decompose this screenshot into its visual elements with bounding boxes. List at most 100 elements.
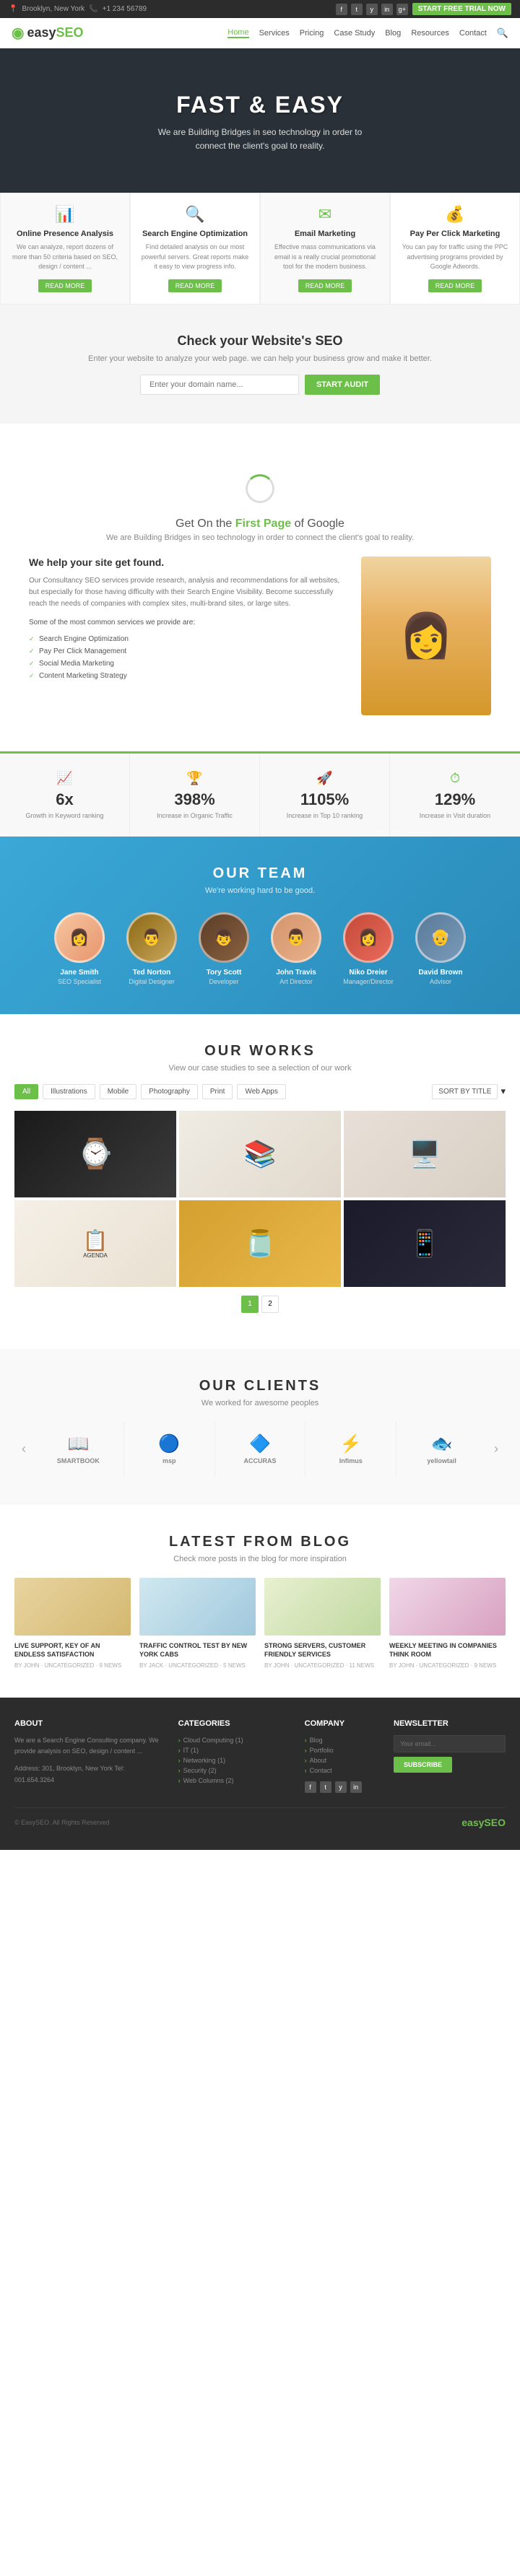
team-name-1: Jane Smith (48, 969, 111, 977)
footer-linkedin-icon[interactable]: in (350, 1781, 362, 1793)
avatar-placeholder-4: 👨 (273, 914, 319, 961)
clients-row: ‹ 📖 SMARTBOOK 🔵 msp 🔷 ACCURAS ⚡ Infimus … (14, 1422, 506, 1476)
seo-domain-input[interactable] (140, 375, 299, 395)
twitter-icon[interactable]: t (351, 4, 363, 15)
filter-photography[interactable]: Photography (141, 1084, 198, 1099)
clients-next-button[interactable]: › (487, 1434, 506, 1464)
avatar-1: 👩 (54, 912, 105, 963)
stat-number-4: 129% (399, 790, 511, 809)
seo-check-section: Check your Website's SEO Enter your webs… (0, 305, 520, 424)
work-item-2[interactable]: 📚 (179, 1111, 341, 1197)
footer-youtube-icon[interactable]: y (335, 1781, 347, 1793)
team-role-2: Digital Designer (120, 978, 183, 985)
work-item-5[interactable]: 🫙 (179, 1200, 341, 1287)
services-label: Some of the most common services we prov… (29, 617, 347, 629)
filter-webapps[interactable]: Web Apps (237, 1084, 285, 1099)
footer-company-contact[interactable]: Contact (305, 1765, 379, 1776)
footer-cat-4[interactable]: Security (2) (178, 1765, 290, 1776)
page-2-button[interactable]: 2 (261, 1296, 279, 1313)
footer-cat-3[interactable]: Networking (1) (178, 1755, 290, 1765)
service-title-2: Search Engine Optimization (139, 230, 251, 238)
nav-contact[interactable]: Contact (459, 29, 487, 38)
client-icon-2: 🔵 (130, 1433, 209, 1454)
filter-print[interactable]: Print (202, 1084, 233, 1099)
team-member-6: 👴 David Brown Advisor (409, 912, 472, 985)
top-bar-left: 📍 Brooklyn, New York 📞 +1 234 56789 (9, 5, 147, 13)
service-desc-2: Find detailed analysis on our most power… (139, 243, 251, 272)
youtube-icon[interactable]: y (366, 4, 378, 15)
clients-subtitle: We worked for awesome peoples (14, 1399, 506, 1407)
blog-card-4[interactable]: WEEKLY MEETING IN COMPANIES THINK ROOM B… (389, 1578, 506, 1669)
service-icon-4: 💰 (399, 205, 511, 224)
footer-twitter-icon[interactable]: t (320, 1781, 332, 1793)
nav-services[interactable]: Services (259, 29, 290, 38)
pagination: 1 2 (14, 1296, 506, 1313)
nav-blog[interactable]: Blog (385, 29, 401, 38)
footer-cat-2[interactable]: IT (1) (178, 1745, 290, 1755)
blog-post-title-4: WEEKLY MEETING IN COMPANIES THINK ROOM (389, 1641, 506, 1659)
footer-cat-5[interactable]: Web Columns (2) (178, 1776, 290, 1786)
stat-label-4: Increase in Visit duration (399, 812, 511, 819)
blog-image-2 (139, 1578, 256, 1636)
footer-newsletter-title: NEWSLETTER (394, 1719, 506, 1728)
footer-categories-list: Cloud Computing (1) IT (1) Networking (1… (178, 1735, 290, 1786)
filter-all[interactable]: All (14, 1084, 38, 1099)
stat-4: ⏱ 129% Increase in Visit duration (390, 754, 520, 837)
work-item-1[interactable]: ⌚ (14, 1111, 176, 1197)
google-icon[interactable]: g+ (396, 4, 408, 15)
location-icon: 📍 (9, 5, 17, 13)
blog-subtitle: Check more posts in the blog for more in… (14, 1555, 506, 1563)
service-btn-2[interactable]: READ MORE (168, 279, 222, 292)
blog-card-3[interactable]: STRONG SERVERS, CUSTOMER FRIENDLY SERVIC… (264, 1578, 381, 1669)
newsletter-subscribe-button[interactable]: SUBSCRIBE (394, 1757, 452, 1773)
nav-pricing[interactable]: Pricing (300, 29, 324, 38)
service-btn-1[interactable]: READ MORE (38, 279, 92, 292)
blog-card-1[interactable]: LIVE SUPPORT, KEY OF AN ENDLESS SATISFAC… (14, 1578, 131, 1669)
team-role-5: Manager/Director (337, 978, 400, 985)
nav-resources[interactable]: Resources (411, 29, 449, 38)
seo-audit-button[interactable]: START AUDIT (305, 375, 380, 395)
list-item-2: Pay Per Click Management (29, 645, 347, 658)
avatar-placeholder-3: 👦 (201, 914, 247, 961)
stat-label-1: Growth in Keyword ranking (9, 812, 121, 819)
filter-mobile[interactable]: Mobile (100, 1084, 136, 1099)
work-item-6[interactable]: 📱 (344, 1200, 506, 1287)
avatar-placeholder-1: 👩 (56, 914, 103, 961)
nav-case-study[interactable]: Case Study (334, 29, 375, 38)
logo-easy: easy (27, 25, 56, 40)
logo-seo: SEO (56, 25, 84, 40)
search-icon[interactable]: 🔍 (497, 27, 508, 39)
work-item-3[interactable]: 🖥️ (344, 1111, 506, 1197)
client-name-3: ACCURAS (221, 1457, 300, 1464)
team-role-3: Developer (192, 978, 256, 985)
service-card-2: 🔍 Search Engine Optimization Find detail… (130, 193, 260, 305)
footer-company-blog[interactable]: Blog (305, 1735, 379, 1745)
service-btn-4[interactable]: READ MORE (428, 279, 482, 292)
page-1-button[interactable]: 1 (241, 1296, 259, 1313)
blog-post-title-3: STRONG SERVERS, CUSTOMER FRIENDLY SERVIC… (264, 1641, 381, 1659)
works-subtitle: View our case studies to see a selection… (14, 1064, 506, 1073)
footer-bottom: © EasySEO. All Rights Reserved easySEO (14, 1807, 506, 1828)
footer-company-about[interactable]: About (305, 1755, 379, 1765)
team-member-3: 👦 Tory Scott Developer (192, 912, 256, 985)
blog-card-2[interactable]: TRAFFIC CONTROL TEST BY NEW YORK CABS BY… (139, 1578, 256, 1669)
team-member-1: 👩 Jane Smith SEO Specialist (48, 912, 111, 985)
facebook-icon[interactable]: f (336, 4, 347, 15)
logo[interactable]: ◉ easySEO (12, 24, 84, 42)
cta-phone-button[interactable]: START FREE TRIAL NOW (412, 3, 511, 15)
clients-prev-button[interactable]: ‹ (14, 1434, 33, 1464)
linkedin-icon[interactable]: in (381, 4, 393, 15)
list-item-4: Content Marketing Strategy (29, 670, 347, 682)
footer-logo[interactable]: easySEO (462, 1817, 506, 1828)
filter-illustrations[interactable]: Illustrations (43, 1084, 95, 1099)
newsletter-email-input[interactable] (394, 1735, 506, 1752)
footer-company-portfolio[interactable]: Portfolio (305, 1745, 379, 1755)
footer-facebook-icon[interactable]: f (305, 1781, 316, 1793)
service-btn-3[interactable]: READ MORE (298, 279, 352, 292)
list-item-3: Social Media Marketing (29, 658, 347, 670)
work-item-4[interactable]: 📋 AGENDA (14, 1200, 176, 1287)
nav-home[interactable]: Home (228, 28, 248, 38)
footer-cat-1[interactable]: Cloud Computing (1) (178, 1735, 290, 1745)
sort-label[interactable]: SORT BY TITLE (432, 1084, 498, 1099)
google-pre-title: Get On the First Page of Google (14, 518, 506, 531)
